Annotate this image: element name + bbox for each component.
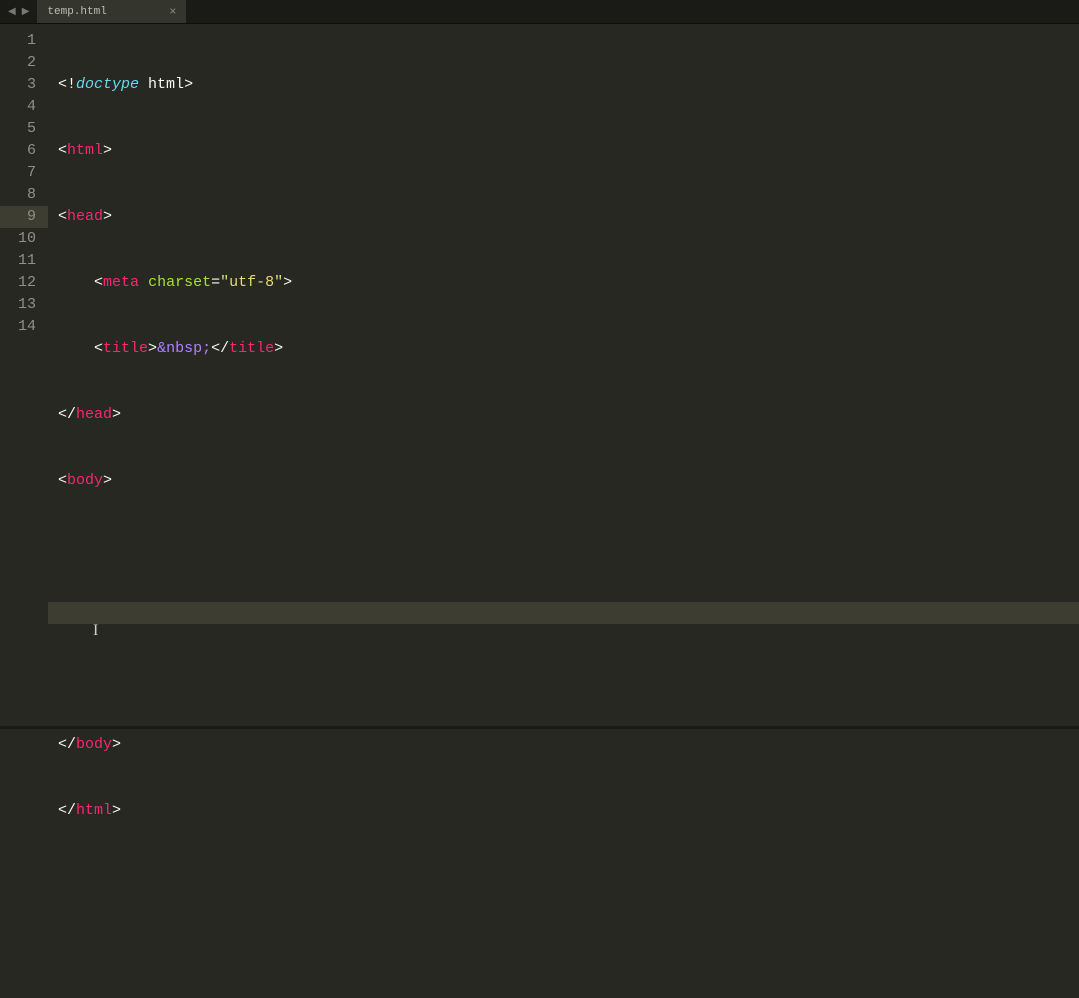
line-number: 2 [0, 52, 48, 74]
code-line [58, 668, 1079, 690]
tab-history-forward-icon[interactable]: ▶ [20, 6, 32, 18]
code-line: <meta charset="utf-8"> [58, 272, 1079, 294]
code-line: </head> [58, 404, 1079, 426]
tab-history-back-icon[interactable]: ◀ [6, 6, 18, 18]
line-number: 3 [0, 74, 48, 96]
code-line-active [48, 602, 1079, 624]
tab-label: temp.html [47, 6, 141, 18]
line-number: 12 [0, 272, 48, 294]
code-line: <title>&nbsp;</title> [58, 338, 1079, 360]
line-number: 13 [0, 294, 48, 316]
line-number-gutter: 1 2 3 4 5 6 7 8 9 10 11 12 13 14 [0, 24, 48, 726]
code-line [58, 932, 1079, 954]
code-area[interactable]: <!doctype html> <html> <head> <meta char… [48, 24, 1079, 726]
tab-temp-html[interactable]: temp.html × [37, 0, 187, 23]
tab-bar: ◀ ▶ temp.html × [0, 0, 1079, 24]
line-number: 4 [0, 96, 48, 118]
code-line: <!doctype html> [58, 74, 1079, 96]
code-line: <head> [58, 206, 1079, 228]
line-number: 11 [0, 250, 48, 272]
code-line: </html> [58, 800, 1079, 822]
line-number: 14 [0, 316, 48, 338]
line-number: 5 [0, 118, 48, 140]
line-number: 1 [0, 30, 48, 52]
code-line: <body> [58, 470, 1079, 492]
code-line: <html> [58, 140, 1079, 162]
line-number: 7 [0, 162, 48, 184]
line-number: 8 [0, 184, 48, 206]
code-line: </body> [58, 734, 1079, 756]
code-line [58, 866, 1079, 888]
line-number: 9 [0, 206, 48, 228]
code-editor[interactable]: 1 2 3 4 5 6 7 8 9 10 11 12 13 14 <!docty… [0, 24, 1079, 726]
line-number: 6 [0, 140, 48, 162]
tab-nav-arrows: ◀ ▶ [0, 0, 37, 23]
close-icon[interactable]: × [169, 5, 176, 19]
code-line [58, 536, 1079, 558]
line-number: 10 [0, 228, 48, 250]
